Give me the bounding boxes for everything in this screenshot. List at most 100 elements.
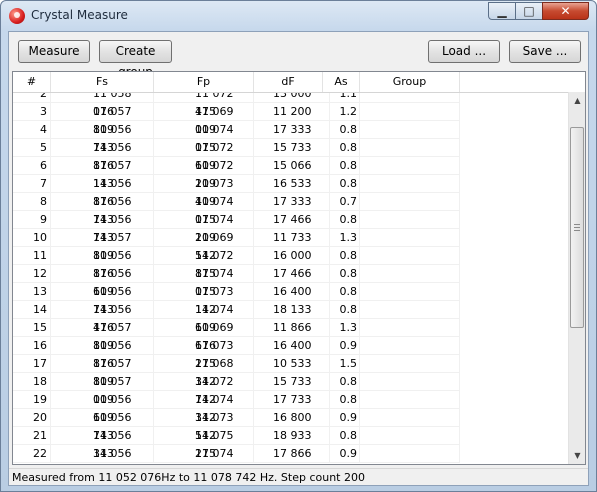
df-cell: 11 733 xyxy=(254,229,330,247)
table-row[interactable]: 3 11 057 809 11 069 009 11 200 1.2 xyxy=(13,103,568,136)
as-cell: 0.8 xyxy=(330,301,360,319)
table-row[interactable]: 11 11 056 876 11 072 875 16 000 0.8 xyxy=(13,247,568,280)
column-header-as[interactable]: As xyxy=(323,72,360,92)
table-row[interactable]: 17 11 057 809 11 068 342 10 533 1.5 xyxy=(13,355,568,388)
fs-cell: 11 057 809 xyxy=(51,355,154,388)
df-cell: 17 333 xyxy=(254,121,330,139)
row-number-cell: 19 xyxy=(13,391,51,409)
fp-cell: 11 069 676 xyxy=(154,319,254,352)
fs-cell: 11 057 143 xyxy=(51,157,154,190)
scroll-up-arrow-icon[interactable]: ▲ xyxy=(569,92,585,109)
row-number-cell: 11 xyxy=(13,247,51,265)
maximize-button[interactable]: □ xyxy=(515,2,543,20)
vertical-scrollbar[interactable]: ▲ ▼ xyxy=(568,92,585,464)
df-cell: 18 133 xyxy=(254,301,330,319)
minimize-button[interactable]: ▁ xyxy=(488,2,516,20)
load-button[interactable]: Load ... xyxy=(428,40,500,63)
group-cell xyxy=(360,265,460,283)
as-cell: 0.9 xyxy=(330,445,360,463)
group-cell xyxy=(360,247,460,265)
scroll-down-arrow-icon[interactable]: ▼ xyxy=(569,447,585,464)
fp-cell: 11 072 609 xyxy=(154,139,254,172)
table-row[interactable]: 8 11 056 743 11 074 075 17 333 0.7 xyxy=(13,193,568,226)
table-row[interactable]: 9 11 056 743 11 074 209 17 466 0.8 xyxy=(13,211,568,244)
table-row[interactable]: 13 11 056 743 11 073 142 16 400 0.8 xyxy=(13,283,568,316)
fp-cell: 11 073 409 xyxy=(154,175,254,208)
fp-cell: 11 072 742 xyxy=(154,373,254,406)
df-cell: 16 533 xyxy=(254,175,330,193)
table-row[interactable]: 10 11 057 809 11 069 542 11 733 1.3 xyxy=(13,229,568,262)
fs-cell: 11 056 743 xyxy=(51,211,154,244)
row-number-cell: 21 xyxy=(13,427,51,445)
fs-cell: 11 056 743 xyxy=(51,121,154,154)
group-cell xyxy=(360,373,460,391)
column-header-fs[interactable]: Fs xyxy=(51,72,154,92)
row-number-cell: 4 xyxy=(13,121,51,139)
status-bar: Measured from 11 052 076Hz to 11 078 742… xyxy=(9,468,588,486)
fp-cell: 11 073 142 xyxy=(154,283,254,316)
df-cell: 10 533 xyxy=(254,355,330,373)
table-row[interactable]: 21 11 056 343 11 075 275 18 933 0.8 xyxy=(13,427,568,460)
column-header-group[interactable]: Group xyxy=(360,72,460,92)
scroll-thumb[interactable] xyxy=(570,127,584,328)
row-number-cell: 8 xyxy=(13,193,51,211)
row-number-cell: 16 xyxy=(13,337,51,355)
df-cell: 15 733 xyxy=(254,373,330,391)
as-cell: 1.2 xyxy=(330,103,360,121)
table-row[interactable]: 6 11 057 143 11 072 209 15 066 0.8 xyxy=(13,157,568,190)
create-group-button[interactable]: Create group xyxy=(99,40,172,79)
table-row[interactable]: 18 11 057 009 11 072 742 15 733 0.8 xyxy=(13,373,568,406)
as-cell: 0.8 xyxy=(330,265,360,283)
df-cell: 17 866 xyxy=(254,445,330,463)
measurements-table[interactable]: # Fs Fp dF As Group 2 11 058 076 11 072 … xyxy=(12,71,586,465)
fs-cell: 11 056 743 xyxy=(51,409,154,442)
fp-cell: 11 074 075 xyxy=(154,265,254,298)
table-row[interactable]: 14 11 056 476 11 074 609 18 133 0.8 xyxy=(13,301,568,334)
group-cell xyxy=(360,319,460,337)
table-row[interactable]: 2211 056 60911 074 47517 8660.9 xyxy=(13,445,568,463)
table-row[interactable]: 5 11 056 876 11 072 609 15 733 0.8 xyxy=(13,139,568,172)
fp-cell: 11 074 075 xyxy=(154,121,254,154)
row-number-cell: 3 xyxy=(13,103,51,121)
fp-cell: 11 073 275 xyxy=(154,337,254,370)
column-header-df[interactable]: dF xyxy=(254,72,323,92)
group-cell xyxy=(360,391,460,409)
fs-cell: 11 057 009 xyxy=(51,373,154,406)
column-header-fp[interactable]: Fp xyxy=(154,72,254,92)
table-row[interactable]: 16 11 056 876 11 073 275 16 400 0.9 xyxy=(13,337,568,370)
fs-cell: 11 056 876 xyxy=(51,337,154,370)
table-row[interactable]: 19 11 056 609 11 074 342 17 733 0.8 xyxy=(13,391,568,424)
table-row[interactable]: 7 11 056 876 11 073 409 16 533 0.8 xyxy=(13,175,568,208)
fs-cell: 11 056 876 xyxy=(51,247,154,280)
measure-button[interactable]: Measure xyxy=(18,40,90,63)
fs-cell: 11 056 743 xyxy=(51,283,154,316)
as-cell: 0.8 xyxy=(330,391,360,409)
row-number-cell: 12 xyxy=(13,265,51,283)
group-cell xyxy=(360,211,460,229)
as-cell: 0.8 xyxy=(330,139,360,157)
as-cell: 0.8 xyxy=(330,247,360,265)
table-row[interactable]: 15 11 057 809 11 069 676 11 866 1.3 xyxy=(13,319,568,352)
df-cell: 15 066 xyxy=(254,157,330,175)
as-cell: 0.8 xyxy=(330,175,360,193)
as-cell: 1.5 xyxy=(330,355,360,373)
row-number-cell: 15 xyxy=(13,319,51,337)
row-number-cell: 13 xyxy=(13,283,51,301)
table-row[interactable]: 4 11 056 743 11 074 075 17 333 0.8 xyxy=(13,121,568,154)
row-number-cell: 7 xyxy=(13,175,51,193)
row-number-cell: 6 xyxy=(13,157,51,175)
row-number-cell: 17 xyxy=(13,355,51,373)
app-icon[interactable] xyxy=(9,8,25,24)
table-row[interactable]: 12 11 056 609 11 074 075 17 466 0.8 xyxy=(13,265,568,298)
group-cell xyxy=(360,283,460,301)
title-bar[interactable]: Crystal Measure ▁ □ ✕ xyxy=(1,1,596,31)
table-row[interactable]: 20 11 056 743 11 073 542 16 800 0.9 xyxy=(13,409,568,442)
table-body: 2 11 058 076 11 072 475 13 000 1.1 3 11 0… xyxy=(13,85,568,463)
save-button[interactable]: Save ... xyxy=(509,40,581,63)
group-cell xyxy=(360,175,460,193)
app-window: Crystal Measure ▁ □ ✕ Measure Create gro… xyxy=(0,0,597,492)
column-header-number[interactable]: # xyxy=(13,72,51,92)
as-cell: 0.8 xyxy=(330,121,360,139)
close-button[interactable]: ✕ xyxy=(542,2,589,20)
as-cell: 0.8 xyxy=(330,427,360,445)
